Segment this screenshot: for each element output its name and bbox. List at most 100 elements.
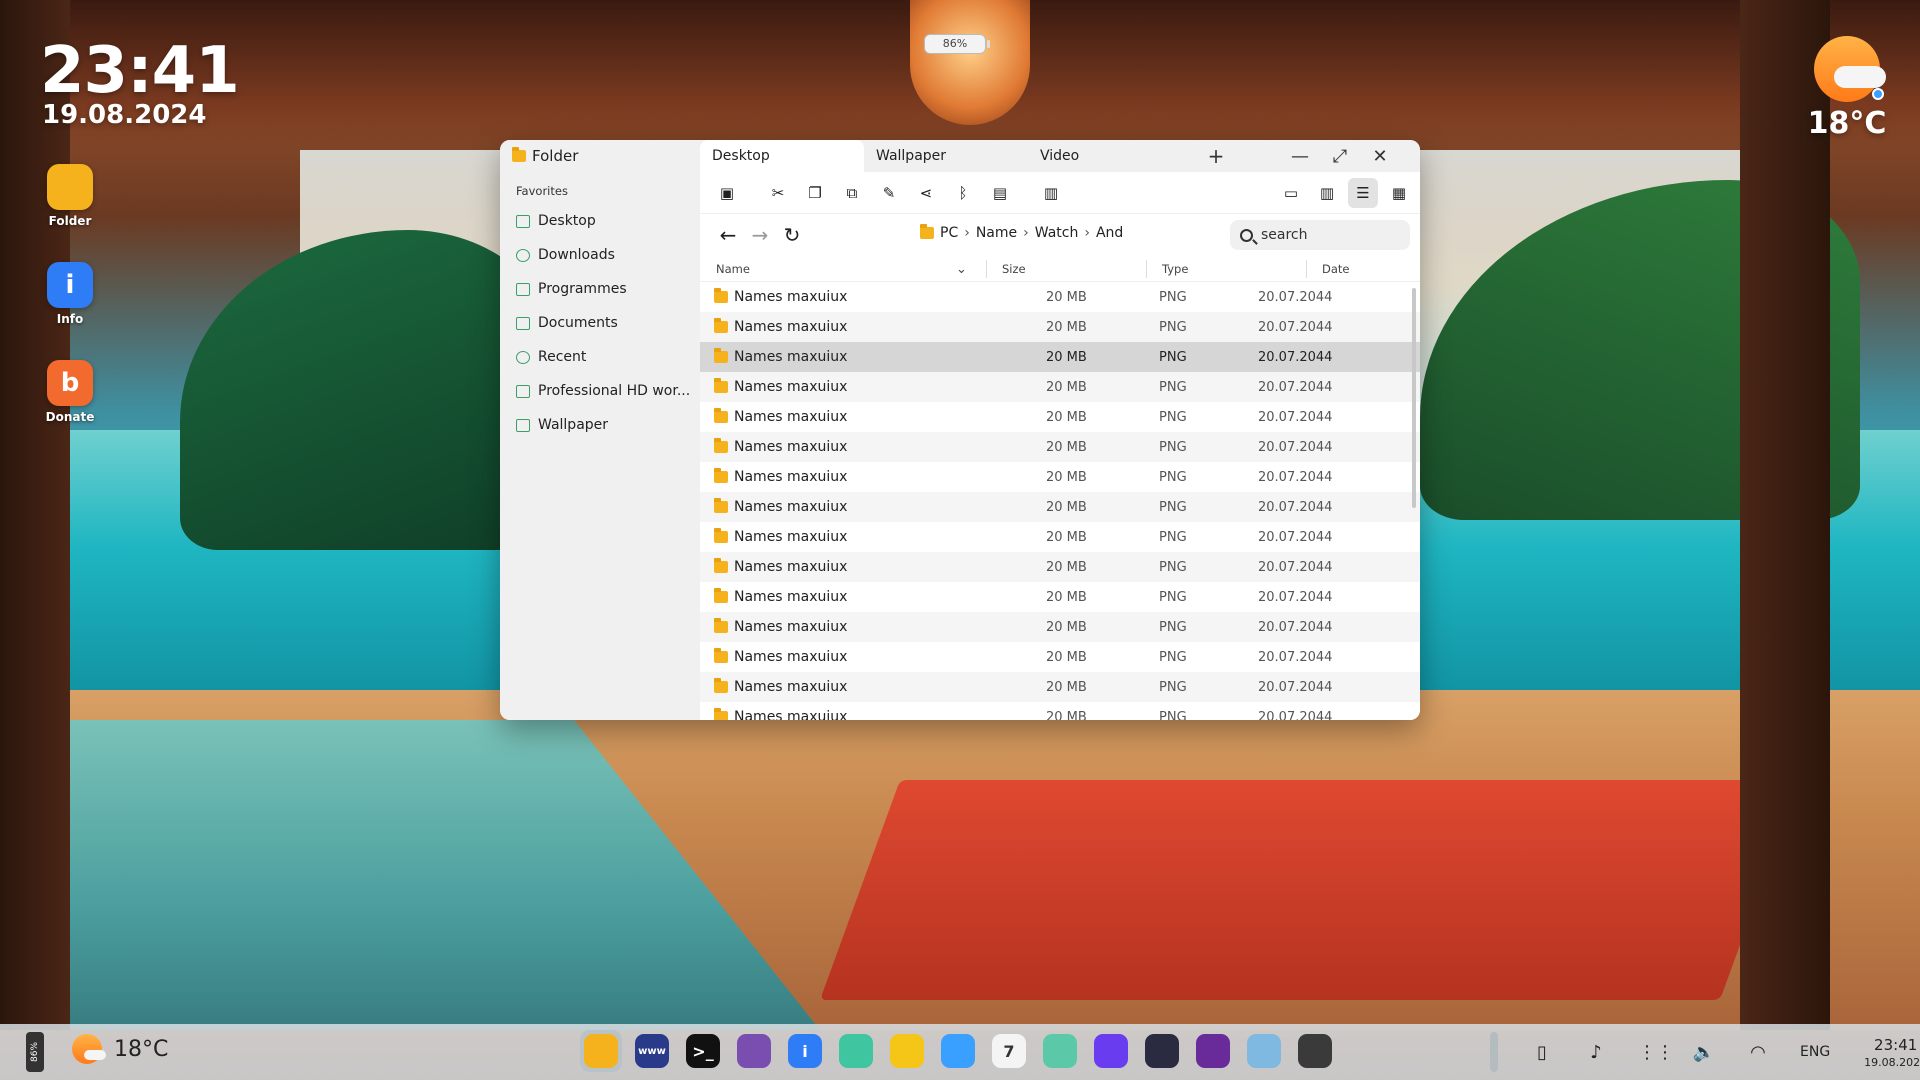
close-button[interactable]: ✕ [1360, 140, 1400, 172]
tab-desktop[interactable]: Desktop [700, 140, 864, 172]
desktop-icon-folder[interactable]: Folder [44, 164, 96, 228]
folder-settings-icon[interactable]: ▥ [1036, 178, 1066, 208]
dock-app-files[interactable] [580, 1030, 622, 1072]
volume-icon[interactable]: 🔈 [1692, 1042, 1716, 1063]
file-row[interactable]: Names maxuiux 20 MB PNG 20.07.2044 [700, 492, 1420, 522]
breadcrumb-item[interactable]: PC [940, 225, 958, 241]
share-icon[interactable]: ⋖ [911, 178, 941, 208]
maximize-button[interactable]: ⤢ [1320, 140, 1360, 172]
new-folder-icon[interactable]: ▣ [712, 178, 742, 208]
breadcrumb-item[interactable]: Watch [1035, 225, 1079, 241]
folder-icon [714, 648, 728, 663]
breadcrumb-item[interactable]: And [1096, 225, 1123, 241]
file-row[interactable]: Names maxuiux 20 MB PNG 20.07.2044 [700, 282, 1420, 312]
sidebar-item-desktop[interactable]: Desktop [500, 204, 700, 238]
taskbar-battery[interactable]: 86% [26, 1032, 44, 1072]
tab-wallpaper[interactable]: Wallpaper [864, 140, 1028, 172]
breadcrumb-item[interactable]: Name [976, 225, 1017, 241]
dock-app-music-player[interactable] [1192, 1030, 1234, 1072]
dock-app-photos[interactable] [1039, 1030, 1081, 1072]
file-date: 20.07.2044 [1258, 649, 1333, 665]
minimize-button[interactable]: — [1280, 140, 1320, 172]
file-row[interactable]: Names maxuiux 20 MB PNG 20.07.2044 [700, 582, 1420, 612]
file-date: 20.07.2044 [1258, 529, 1333, 545]
sidebar-item-recent[interactable]: Recent [500, 340, 700, 374]
address-bar: ← → ↻ PC › Name › Watch › And search [700, 214, 1420, 256]
video-player-icon [1094, 1034, 1128, 1068]
bluetooth-icon[interactable]: ᛒ [948, 178, 978, 208]
search-input[interactable]: search [1230, 220, 1410, 250]
cut-icon[interactable]: ✂ [763, 178, 793, 208]
dock-app-calculator[interactable] [733, 1030, 775, 1072]
dock-app-camera[interactable] [1141, 1030, 1183, 1072]
folder-icon [714, 468, 728, 483]
scrollbar[interactable] [1412, 288, 1416, 508]
dock-app-terminal[interactable]: >_ [682, 1030, 724, 1072]
desktop-icon-donate[interactable]: b Donate [44, 360, 96, 424]
tab-video[interactable]: Video [1028, 140, 1192, 172]
file-row[interactable]: Names maxuiux 20 MB PNG 20.07.2044 [700, 552, 1420, 582]
preview-view-icon[interactable]: ▭ [1276, 178, 1306, 208]
file-row[interactable]: Names maxuiux 20 MB PNG 20.07.2044 [700, 522, 1420, 552]
file-row[interactable]: Names maxuiux 20 MB PNG 20.07.2044 [700, 342, 1420, 372]
back-icon[interactable]: ← [712, 219, 744, 251]
file-type: PNG [1159, 319, 1187, 335]
file-name-label: Names maxuiux [734, 379, 848, 395]
sidebar-item-documents[interactable]: Documents [500, 306, 700, 340]
list-view-icon[interactable]: ☰ [1348, 178, 1378, 208]
apps-grid-icon[interactable]: ⋮⋮ [1638, 1042, 1674, 1063]
copy-icon[interactable]: ❐ [800, 178, 830, 208]
file-row[interactable]: Names maxuiux 20 MB PNG 20.07.2044 [700, 672, 1420, 702]
dock-app-trash[interactable] [1294, 1030, 1336, 1072]
file-row[interactable]: Names maxuiux 20 MB PNG 20.07.2044 [700, 432, 1420, 462]
column-date[interactable]: Date [1322, 262, 1350, 276]
new-tab-button[interactable]: + [1200, 140, 1232, 172]
paste-icon[interactable]: ⧉ [837, 178, 867, 208]
archive-icon[interactable]: ▤ [985, 178, 1015, 208]
file-row[interactable]: Names maxuiux 20 MB PNG 20.07.2044 [700, 372, 1420, 402]
sidebar-item-professional[interactable]: Professional HD wor... [500, 374, 700, 408]
file-row[interactable]: Names maxuiux 20 MB PNG 20.07.2044 [700, 612, 1420, 642]
music-note-icon[interactable]: ♪ [1584, 1042, 1608, 1063]
file-name-label: Names maxuiux [734, 709, 848, 720]
dock-app-weather[interactable] [937, 1030, 979, 1072]
file-row[interactable]: Names maxuiux 20 MB PNG 20.07.2044 [700, 402, 1420, 432]
columns-view-icon[interactable]: ▥ [1312, 178, 1342, 208]
tab-bar: Desktop Wallpaper Video + — ⤢ ✕ [700, 140, 1420, 172]
document-icon [516, 316, 530, 330]
dock-app-browser[interactable]: www [631, 1030, 673, 1072]
file-row[interactable]: Names maxuiux 20 MB PNG 20.07.2044 [700, 312, 1420, 342]
tablet-mode-icon[interactable]: ▯ [1530, 1042, 1554, 1063]
column-type[interactable]: Type [1162, 262, 1188, 276]
dock-app-settings[interactable] [835, 1030, 877, 1072]
taskbar-clock[interactable]: 23:41 19.08.2024 [1864, 1036, 1920, 1069]
column-name[interactable]: Name [716, 262, 750, 276]
file-row[interactable]: Names maxuiux 20 MB PNG 20.07.2044 [700, 702, 1420, 720]
dock-app-video-player[interactable] [1090, 1030, 1132, 1072]
folder-icon [714, 678, 728, 693]
sidebar-item-downloads[interactable]: Downloads [500, 238, 700, 272]
file-row[interactable]: Names maxuiux 20 MB PNG 20.07.2044 [700, 462, 1420, 492]
wifi-icon[interactable]: ◠ [1746, 1042, 1770, 1063]
language-indicator[interactable]: ENG [1800, 1044, 1830, 1060]
dock-app-notes[interactable] [886, 1030, 928, 1072]
desktop-icon-info[interactable]: i Info [44, 262, 96, 326]
taskbar: 86% 18°C www >_ i 7 ▯ ♪ ⋮⋮ 🔈 ◠ ENG 23:41 19… [0, 1024, 1920, 1080]
chevron-down-icon[interactable]: ⌄ [956, 262, 967, 277]
column-size[interactable]: Size [1002, 262, 1026, 276]
taskbar-weather[interactable]: 18°C [72, 1034, 168, 1064]
forward-icon[interactable]: → [744, 219, 776, 251]
desktop-clock-date: 19.08.2024 [42, 100, 207, 130]
refresh-icon[interactable]: ↻ [776, 219, 808, 251]
sidebar-item-wallpaper[interactable]: Wallpaper [500, 408, 700, 442]
dock-app-info[interactable]: i [784, 1030, 826, 1072]
sidebar-item-programmes[interactable]: Programmes [500, 272, 700, 306]
file-row[interactable]: Names maxuiux 20 MB PNG 20.07.2044 [700, 642, 1420, 672]
weather-widget[interactable]: 18°C [1792, 36, 1902, 156]
grid-view-icon[interactable]: ▦ [1384, 178, 1414, 208]
dock-app-system[interactable] [1243, 1030, 1285, 1072]
desktop-icon-label: Info [56, 312, 84, 326]
system-icon [1247, 1034, 1281, 1068]
dock-app-calendar[interactable]: 7 [988, 1030, 1030, 1072]
rename-icon[interactable]: ✎ [874, 178, 904, 208]
